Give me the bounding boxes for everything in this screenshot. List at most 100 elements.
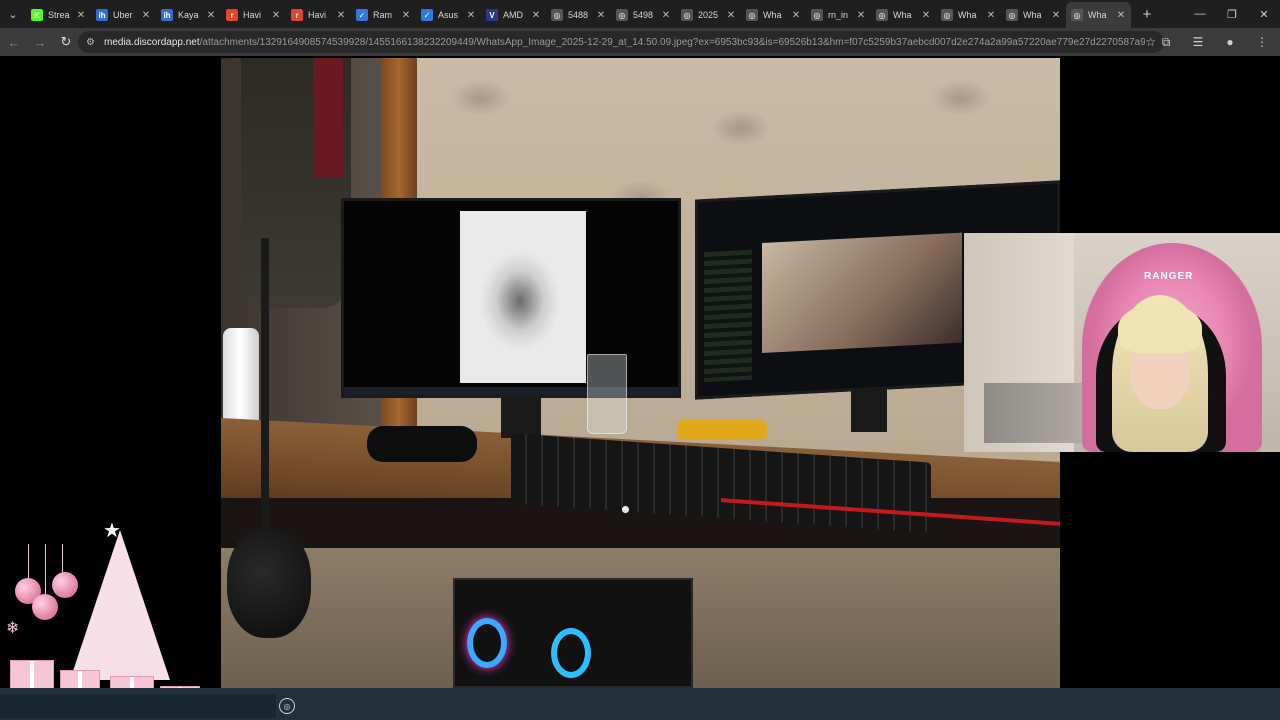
browser-tab[interactable]: K Strea ✕ (26, 2, 91, 28)
globe-icon: ◎ (746, 9, 758, 21)
mic-arm (261, 238, 269, 538)
drinking-glass (587, 354, 627, 434)
toolbar-actions: ⧉ ☰ ● ⋮ (1146, 30, 1274, 54)
profile-avatar-icon[interactable]: ● (1218, 30, 1242, 54)
ih-icon: ih (161, 9, 173, 21)
snowflake-icon: ❄ (6, 620, 20, 637)
reddit-icon: r (226, 9, 238, 21)
minimize-button[interactable]: — (1184, 0, 1216, 28)
bottom-input-field[interactable] (0, 694, 276, 718)
pink-christmas-tree (70, 530, 170, 680)
browser-tab[interactable]: ih Uber ✕ (91, 2, 156, 28)
globe-icon: ◎ (616, 9, 628, 21)
shield-icon: ✓ (421, 9, 433, 21)
rgb-fan (467, 618, 507, 668)
rgb-fan (551, 628, 591, 678)
media-controls-icon[interactable]: ☰ (1186, 30, 1210, 54)
address-bar[interactable]: ⚙ media.discordapp.net/attachments/13291… (78, 31, 1164, 53)
monitor-taskbar (344, 387, 678, 395)
tab-title: Wha (763, 10, 782, 20)
close-tab-icon[interactable]: ✕ (791, 10, 801, 21)
close-tab-icon[interactable]: ✕ (596, 10, 606, 21)
browser-tab[interactable]: ◎ Wha ✕ (741, 2, 806, 28)
browser-tab[interactable]: ◎ Wha ✕ (936, 2, 1001, 28)
tab-title: Havi (308, 10, 327, 20)
browser-tab[interactable]: ◎ rn_in ✕ (806, 2, 871, 28)
reload-icon: ↻ (60, 34, 72, 49)
browser-tab[interactable]: ◎ 5488 ✕ (546, 2, 611, 28)
close-tab-icon[interactable]: ✕ (661, 10, 671, 21)
chair-logo: RANGER (1144, 271, 1194, 282)
globe-icon: ◎ (681, 9, 693, 21)
close-tab-icon[interactable]: ✕ (726, 10, 736, 21)
browser-tab[interactable]: ✓ Asus ✕ (416, 2, 481, 28)
url-text[interactable]: media.discordapp.net/attachments/1329164… (104, 37, 1145, 48)
close-window-button[interactable]: ✕ (1248, 0, 1280, 28)
left-monitor-stand (501, 398, 541, 438)
tab-title: 5498 (633, 10, 654, 20)
kick-icon: K (31, 9, 43, 21)
browser-tab[interactable]: ◎ Wha ✕ (1001, 2, 1066, 28)
browser-tab[interactable]: r Havi ✕ (286, 2, 351, 28)
close-tab-icon[interactable]: ✕ (271, 10, 281, 21)
ih-icon: ih (96, 9, 108, 21)
tab-title: 2025 (698, 10, 719, 20)
close-tab-icon[interactable]: ✕ (76, 10, 86, 21)
browser-toolbar: ← → ↻ ⚙ media.discordapp.net/attachments… (0, 28, 1280, 56)
close-tab-icon[interactable]: ✕ (856, 10, 866, 21)
microphone (227, 528, 311, 638)
new-tab-button[interactable]: + (1135, 2, 1159, 26)
browser-tab[interactable]: ◎ Wha ✕ (1066, 2, 1131, 28)
window-controls: — ❐ ✕ (1184, 0, 1280, 28)
extensions-icon[interactable]: ⧉ (1154, 30, 1178, 54)
browser-tab[interactable]: ih Kaya ✕ (156, 2, 221, 28)
close-tab-icon[interactable]: ✕ (336, 10, 346, 21)
close-tab-icon[interactable]: ✕ (141, 10, 151, 21)
globe-icon: ◎ (811, 9, 823, 21)
tab-title: Uber (113, 10, 133, 20)
close-tab-icon[interactable]: ✕ (986, 10, 996, 21)
target-icon[interactable]: ◎ (279, 698, 295, 714)
close-tab-icon[interactable]: ✕ (401, 10, 411, 21)
browser-tab[interactable]: ◎ Wha ✕ (871, 2, 936, 28)
game-controller (367, 426, 477, 462)
arrow-right-icon: → (33, 34, 47, 50)
close-tab-icon[interactable]: ✕ (206, 10, 216, 21)
close-tab-icon[interactable]: ✕ (531, 10, 541, 21)
tab-title: Wha (893, 10, 912, 20)
webcam-desk-items (984, 383, 1094, 443)
close-tab-icon[interactable]: ✕ (1051, 10, 1061, 21)
arrow-left-icon: ← (7, 34, 21, 50)
globe-icon: ◎ (1006, 9, 1018, 21)
webcam-overlay: RANGER (964, 233, 1280, 452)
tab-list: K Strea ✕ ih Uber ✕ ih Kaya ✕ r Havi ✕ r Havi ✕ ✓ Ram ✕ ✓ A… (26, 0, 1131, 28)
browser-tab[interactable]: ◎ 2025 ✕ (676, 2, 741, 28)
video-call-feed (460, 211, 586, 383)
close-tab-icon[interactable]: ✕ (466, 10, 476, 21)
close-tab-icon[interactable]: ✕ (1116, 10, 1126, 21)
back-button[interactable]: ← (2, 30, 26, 54)
menu-kebab-icon[interactable]: ⋮ (1250, 30, 1274, 54)
browser-tab[interactable]: ◎ 5498 ✕ (611, 2, 676, 28)
desk-setup-photo[interactable] (221, 58, 1060, 688)
yellow-cloth (677, 420, 767, 440)
tab-title: Havi (243, 10, 262, 20)
restore-button[interactable]: ❐ (1216, 0, 1248, 28)
tab-title: Kaya (178, 10, 199, 20)
shield-icon: ✓ (356, 9, 368, 21)
site-info-icon[interactable]: ⚙ (86, 37, 100, 48)
tab-title: Wha (958, 10, 977, 20)
url-path: /attachments/1329164908574539928/1455166… (199, 36, 1146, 48)
tab-search-button[interactable]: ⌄ (0, 0, 26, 28)
v-icon: V (486, 9, 498, 21)
forward-button[interactable]: → (28, 30, 52, 54)
browser-tab[interactable]: r Havi ✕ (221, 2, 286, 28)
close-tab-icon[interactable]: ✕ (921, 10, 931, 21)
browser-tab[interactable]: V AMD ✕ (481, 2, 546, 28)
screen: ⌄ K Strea ✕ ih Uber ✕ ih Kaya ✕ r Havi ✕ r Havi ✕ ✓ Ram ✕… (0, 0, 1280, 720)
target-glyph: ◎ (283, 701, 291, 711)
url-domain: media.discordapp.net (104, 36, 200, 48)
browser-tab[interactable]: ✓ Ram ✕ (351, 2, 416, 28)
tab-title: AMD (503, 10, 523, 20)
reload-button[interactable]: ↻ (54, 30, 78, 54)
